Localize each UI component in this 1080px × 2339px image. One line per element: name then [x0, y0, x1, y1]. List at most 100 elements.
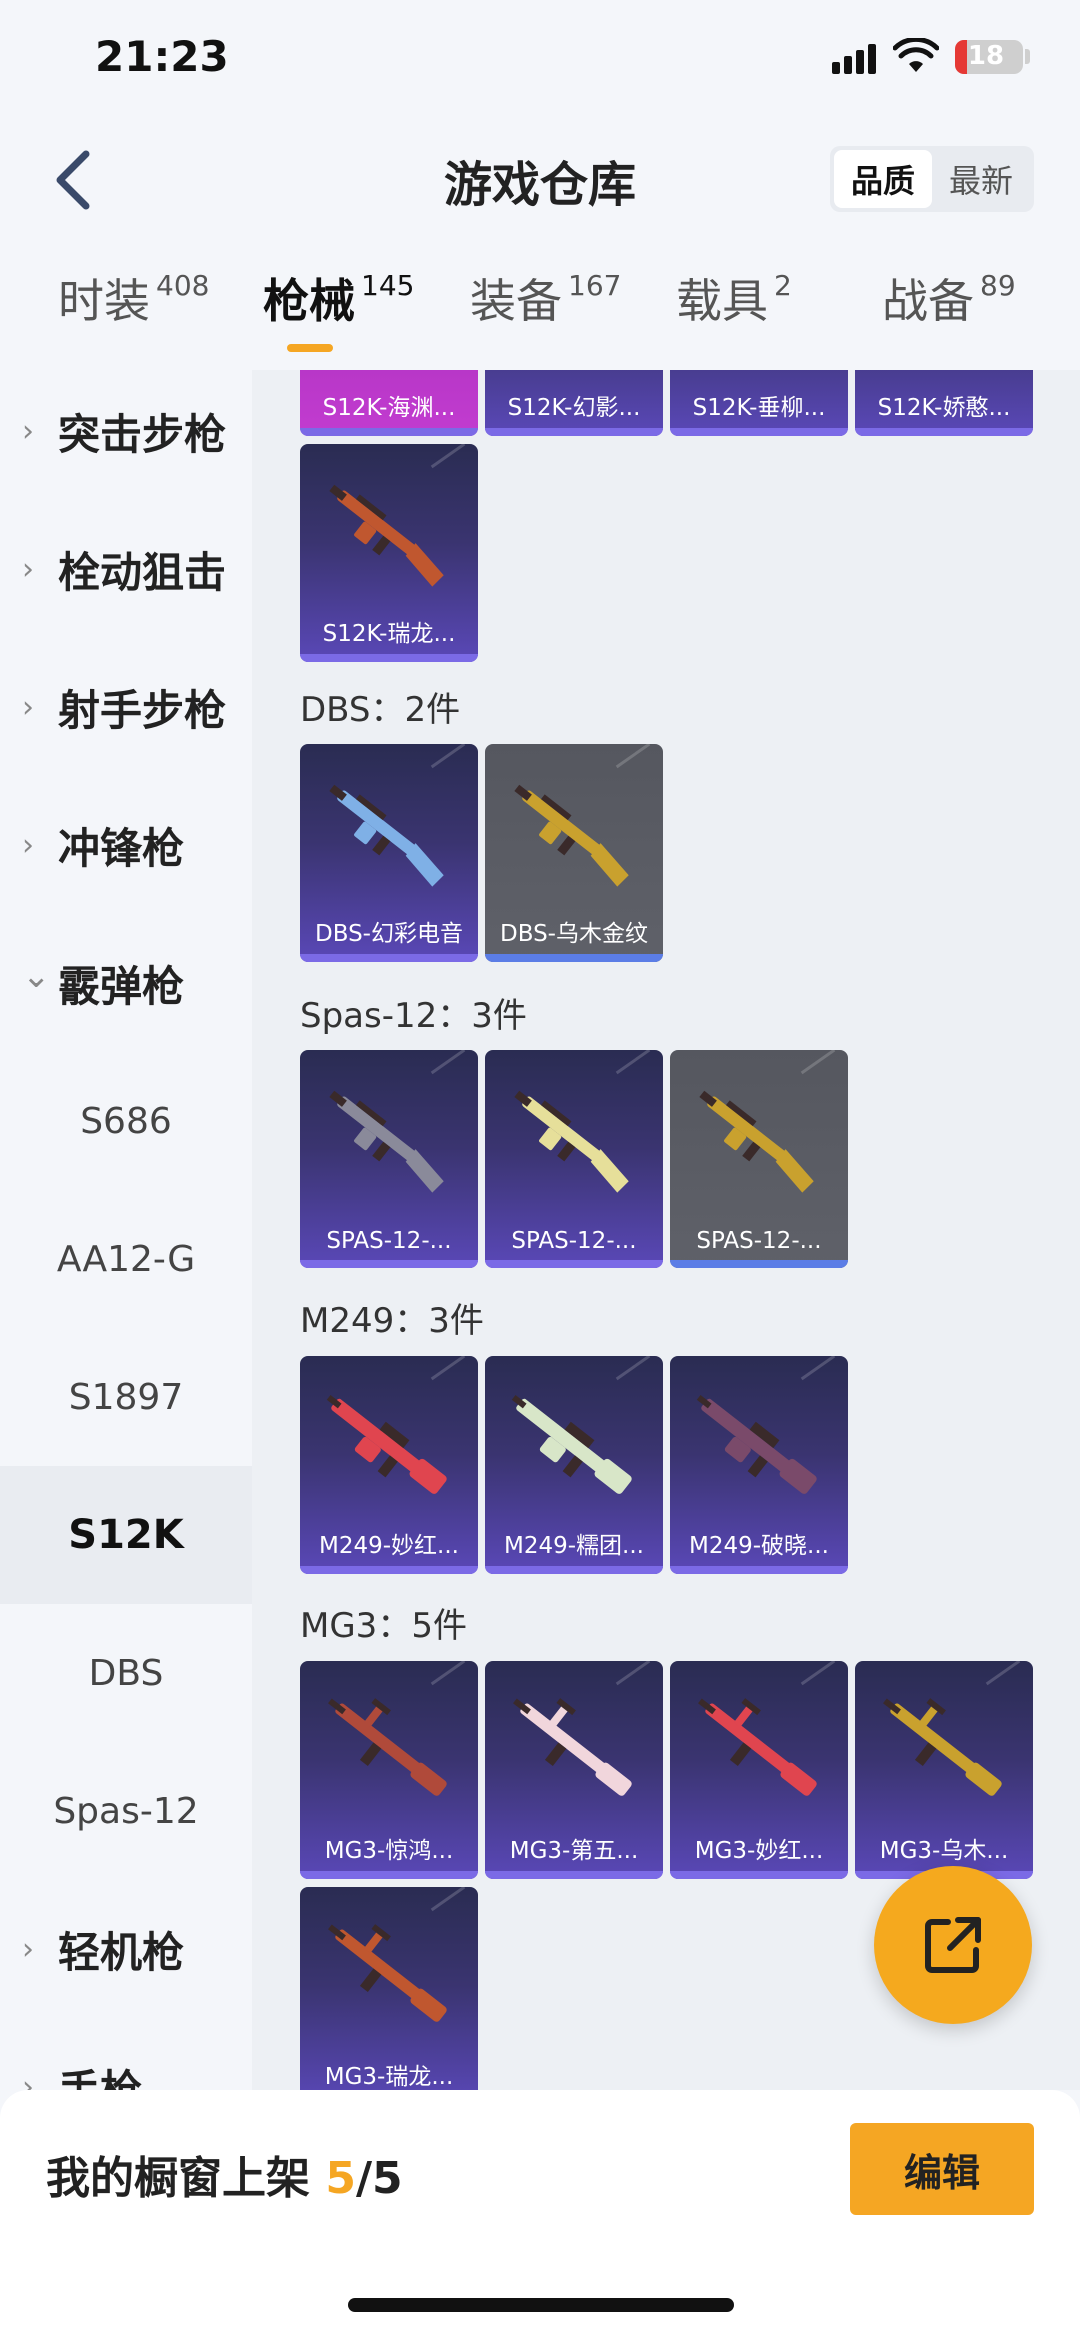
weapon-skin-name: MG3-瑞龙... — [324, 2064, 454, 2090]
rarity-bar — [485, 428, 663, 436]
wifi-icon — [893, 38, 939, 72]
weapon-skin-card[interactable]: SPAS-12-... — [300, 1050, 478, 1268]
sidebar-item-label: S12K — [68, 1512, 184, 1558]
weapon-skin-name: S12K-瑞龙... — [322, 621, 456, 647]
chevron-right-icon: › — [22, 551, 34, 587]
tab-equipment[interactable]: 装备 167 — [470, 268, 621, 358]
sort-latest-button[interactable]: 最新 — [932, 150, 1030, 208]
showcase-current: 5 — [325, 2153, 356, 2204]
rarity-bar — [670, 1566, 848, 1574]
item-grid: S12K-海渊... S12K-幻影... S12K-垂柳... S12K-娇憨...… — [252, 370, 1080, 2090]
weapon-skin-name: DBS-幻彩电音 — [315, 921, 463, 947]
section-title: MG3：5件 — [300, 1606, 467, 1646]
weapon-skin-name: SPAS-12-... — [696, 1228, 822, 1254]
tab-label: 载具 — [676, 274, 768, 328]
weapon-skin-card[interactable]: DBS-乌木金纹 — [485, 744, 663, 962]
weapon-skin-card[interactable]: M249-妙红... — [300, 1356, 478, 1574]
chevron-right-icon: › — [22, 827, 34, 863]
chevron-right-icon: › — [22, 413, 34, 449]
weapon-skin-card[interactable]: MG3-乌木... — [855, 1661, 1033, 1879]
card-decoration — [615, 744, 651, 769]
weapon-skin-icon — [329, 784, 444, 887]
weapon-skin-card[interactable]: S12K-海渊... — [300, 370, 478, 436]
card-decoration — [985, 1661, 1021, 1686]
weapon-skin-card[interactable]: S12K-幻影... — [485, 370, 663, 436]
section-title: Spas-12：3件 — [300, 996, 527, 1036]
sidebar-item[interactable]: › 冲锋枪 — [0, 776, 252, 914]
tab-fashion[interactable]: 时装 408 — [58, 268, 209, 358]
weapon-skin-icon — [699, 1090, 814, 1193]
card-decoration — [430, 1661, 466, 1686]
weapon-skin-icon — [514, 1090, 629, 1193]
battery-icon: 18 — [955, 40, 1023, 74]
weapon-skin-icon — [513, 1698, 632, 1796]
sidebar-item-label: Spas-12 — [53, 1790, 199, 1832]
tab-firearms[interactable]: 枪械 145 — [263, 268, 414, 358]
sidebar-item-label: 突击步枪 — [58, 409, 227, 459]
share-button[interactable] — [874, 1866, 1032, 2024]
weapon-skin-card[interactable]: MG3-妙红... — [670, 1661, 848, 1879]
tab-supplies[interactable]: 战备 89 — [882, 268, 1016, 358]
sidebar-item[interactable]: ⌄ 霰弹枪 — [0, 914, 252, 1052]
active-tab-indicator — [287, 344, 333, 352]
sidebar-item[interactable]: › 栓动狙击 — [0, 500, 252, 638]
sidebar-item[interactable]: Spas-12 — [0, 1742, 252, 1880]
card-decoration — [430, 444, 466, 469]
rarity-bar — [300, 954, 478, 962]
weapon-skin-card[interactable]: SPAS-12-... — [670, 1050, 848, 1268]
sidebar-item-label: S1897 — [68, 1376, 184, 1418]
weapon-skin-name: SPAS-12-... — [326, 1228, 452, 1254]
chevron-right-icon: › — [22, 1931, 34, 1967]
weapon-skin-card[interactable]: S12K-娇憨... — [855, 370, 1033, 436]
sidebar-item[interactable]: S12K — [0, 1466, 252, 1604]
rarity-bar — [485, 954, 663, 962]
weapon-skin-card[interactable]: SPAS-12-... — [485, 1050, 663, 1268]
sort-quality-button[interactable]: 品质 — [834, 150, 932, 208]
share-icon — [925, 1917, 981, 1973]
sidebar-item[interactable]: AA12-G — [0, 1190, 252, 1328]
home-indicator — [348, 2298, 734, 2312]
weapon-skin-name: S12K-幻影... — [507, 395, 641, 421]
tab-count: 2 — [774, 269, 792, 302]
card-decoration — [615, 1050, 651, 1075]
sidebar-item[interactable]: › 轻机枪 — [0, 1880, 252, 2018]
weapon-skin-card[interactable]: S12K-瑞龙... — [300, 444, 478, 662]
weapon-skin-name: S12K-海渊... — [322, 395, 456, 421]
rarity-bar — [300, 1260, 478, 1268]
weapon-skin-icon — [329, 1090, 444, 1193]
sidebar-item[interactable]: DBS — [0, 1604, 252, 1742]
sort-toggle: 品质 最新 — [830, 146, 1034, 212]
sidebar-item[interactable]: › 突击步枪 — [0, 370, 252, 500]
card-decoration — [430, 744, 466, 769]
weapon-skin-card[interactable]: S12K-垂柳... — [670, 370, 848, 436]
weapon-skin-icon — [328, 1698, 447, 1796]
rarity-bar — [670, 1260, 848, 1268]
tab-label: 枪械 — [263, 274, 355, 328]
weapon-skin-name: MG3-第五... — [509, 1838, 639, 1864]
sidebar-item-label: 冲锋枪 — [58, 823, 185, 873]
weapon-skin-icon — [329, 484, 444, 587]
weapon-skin-icon — [698, 1698, 817, 1796]
weapon-skin-card[interactable]: M249-糯团... — [485, 1356, 663, 1574]
edit-button[interactable]: 编辑 — [850, 2123, 1034, 2215]
back-button[interactable] — [46, 140, 106, 220]
sidebar-item[interactable]: S1897 — [0, 1328, 252, 1466]
weapon-skin-card[interactable]: MG3-惊鸿... — [300, 1661, 478, 1879]
tab-vehicles[interactable]: 载具 2 — [676, 268, 792, 358]
weapon-skin-card[interactable]: M249-破晓... — [670, 1356, 848, 1574]
weapon-skin-name: MG3-惊鸿... — [324, 1838, 454, 1864]
rarity-bar — [670, 428, 848, 436]
weapon-skin-icon — [328, 1924, 447, 2022]
weapon-skin-name: M249-妙红... — [319, 1533, 459, 1559]
sidebar-item[interactable]: S686 — [0, 1052, 252, 1190]
sidebar-item[interactable]: › 射手步枪 — [0, 638, 252, 776]
weapon-skin-card[interactable]: DBS-幻彩电音 — [300, 744, 478, 962]
card-decoration — [800, 1356, 836, 1381]
weapon-skin-card[interactable]: MG3-第五... — [485, 1661, 663, 1879]
sidebar-item[interactable]: › 手枪 — [0, 2018, 252, 2091]
weapon-skin-icon — [511, 1395, 632, 1494]
tab-label: 战备 — [882, 274, 974, 328]
weapon-skin-card[interactable]: MG3-瑞龙... — [300, 1887, 478, 2090]
rarity-bar — [855, 428, 1033, 436]
tab-count: 145 — [361, 269, 415, 302]
